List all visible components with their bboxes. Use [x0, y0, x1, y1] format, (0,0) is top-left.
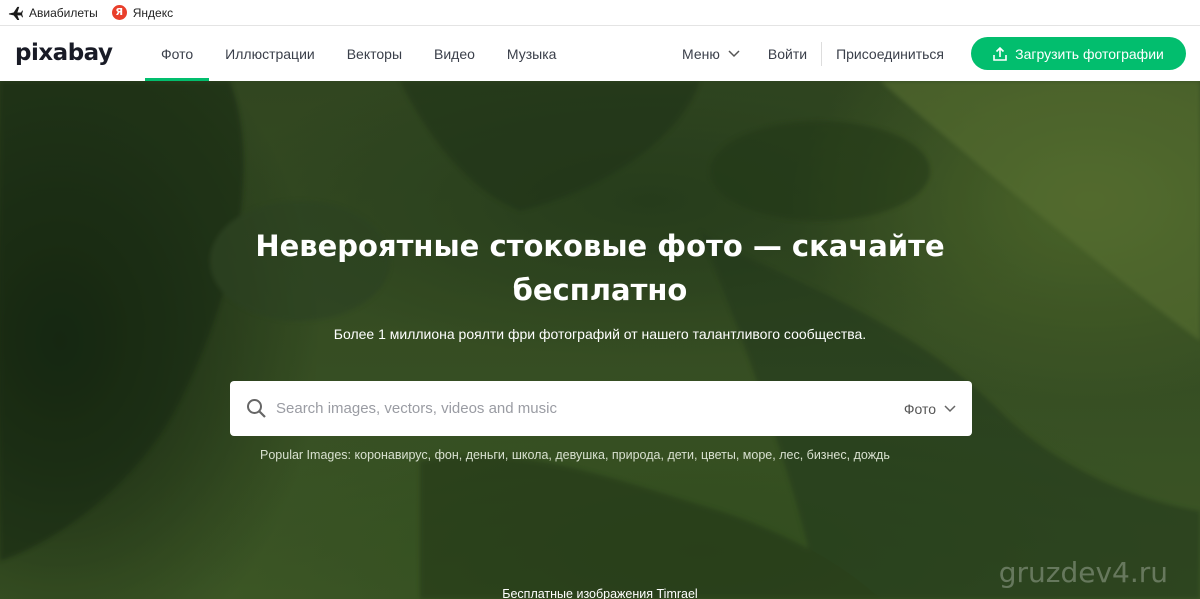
popular-tags: коронавирус, фон, деньги, школа, девушка…: [354, 448, 890, 462]
airplane-icon: [8, 6, 23, 20]
nav-tab-video[interactable]: Видео: [418, 26, 491, 81]
popular-tag[interactable]: дети: [667, 448, 694, 462]
hero-section: Невероятные стоковые фото — скачайте бес…: [0, 81, 1200, 599]
popular-tag[interactable]: цветы: [701, 448, 736, 462]
popular-tag[interactable]: девушка: [555, 448, 605, 462]
popular-tag[interactable]: море: [743, 448, 772, 462]
main-nav: Фото Иллюстрации Векторы Видео Музыка: [145, 26, 572, 81]
search-bar: Фото: [230, 381, 972, 436]
login-link[interactable]: Войти: [768, 41, 823, 66]
nav-tab-photo[interactable]: Фото: [145, 26, 210, 81]
pixabay-logo[interactable]: pixabay: [15, 40, 113, 66]
menu-label: Меню: [682, 45, 720, 62]
bookmarks-bar: Авиабилеты Я Яндекс: [0, 0, 1200, 26]
bookmark-yandex[interactable]: Я Яндекс: [111, 5, 174, 20]
chevron-down-icon: [728, 49, 740, 57]
popular-tag[interactable]: фон: [435, 448, 459, 462]
search-input[interactable]: [276, 381, 876, 436]
popular-tag[interactable]: дождь: [854, 448, 890, 462]
popular-tag[interactable]: коронавирус: [355, 448, 428, 462]
hero-title-line-2: бесплатно: [512, 273, 688, 307]
yandex-icon: Я: [111, 5, 127, 20]
popular-tag[interactable]: природа: [612, 448, 661, 462]
upload-photos-button[interactable]: Загрузить фотографии: [971, 37, 1186, 70]
upload-label: Загрузить фотографии: [1015, 45, 1164, 62]
search-type-label: Фото: [903, 400, 936, 417]
bookmark-aviabilety[interactable]: Авиабилеты: [8, 5, 98, 20]
popular-tag[interactable]: школа: [512, 448, 549, 462]
popular-searches: Popular Images: коронавирус, фон, деньги…: [260, 448, 890, 462]
popular-tag[interactable]: лес: [779, 448, 800, 462]
nav-tab-illustrations[interactable]: Иллюстрации: [209, 26, 331, 81]
popular-tag[interactable]: бизнес: [807, 448, 847, 462]
site-header: pixabay Фото Иллюстрации Векторы Видео М…: [0, 26, 1200, 81]
chevron-down-icon: [944, 404, 956, 412]
bookmark-label: Авиабилеты: [29, 5, 98, 20]
hero-title-line-1: Невероятные стоковые фото — скачайте: [255, 229, 945, 263]
search-icon[interactable]: [246, 398, 267, 419]
search-type-dropdown[interactable]: Фото: [904, 381, 956, 436]
join-link[interactable]: Присоединиться: [822, 46, 944, 62]
hero-title: Невероятные стоковые фото — скачайте бес…: [0, 224, 1200, 312]
menu-dropdown[interactable]: Меню: [682, 46, 740, 62]
hero-subtitle: Более 1 миллиона роялти фри фотографий о…: [333, 326, 867, 342]
watermark: gruzdev4.ru: [998, 556, 1168, 589]
bookmark-label: Яндекс: [132, 5, 174, 20]
header-actions: Меню Войти Присоединиться Загрузить фото…: [682, 26, 1200, 81]
nav-tab-music[interactable]: Музыка: [491, 26, 573, 81]
popular-tag[interactable]: деньги: [466, 448, 505, 462]
popular-label: Popular Images:: [260, 448, 352, 462]
upload-icon: [993, 46, 1007, 61]
nav-tab-vectors[interactable]: Векторы: [331, 26, 418, 81]
